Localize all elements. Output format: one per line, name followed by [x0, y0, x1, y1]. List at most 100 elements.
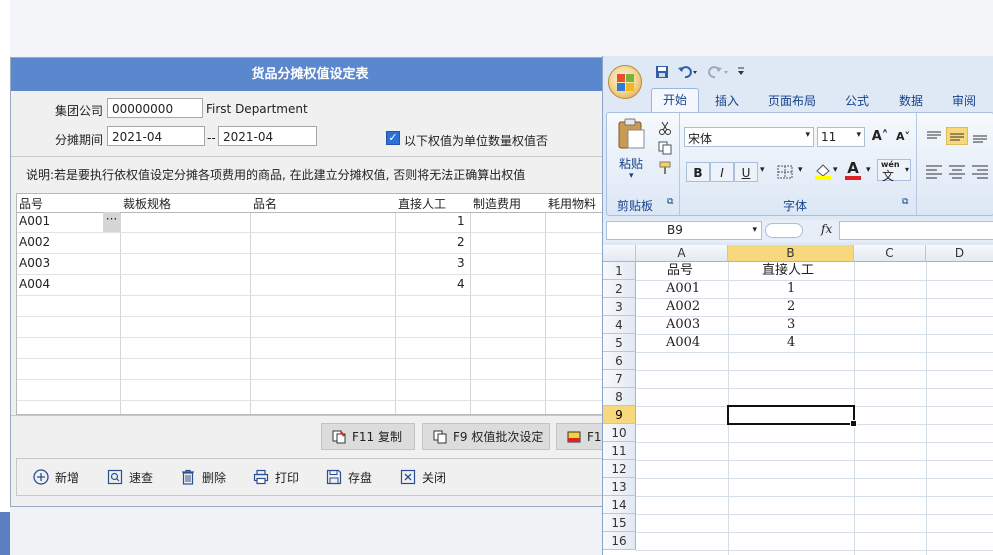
- table-row[interactable]: [17, 359, 605, 380]
- table-row[interactable]: A003 3: [17, 254, 605, 275]
- underline-button[interactable]: U: [734, 162, 758, 182]
- insert-function-icon[interactable]: fx: [821, 222, 832, 236]
- cell-b5[interactable]: 4: [787, 334, 795, 352]
- cell-code[interactable]: A003: [19, 256, 50, 270]
- row-header[interactable]: 2: [603, 280, 636, 298]
- column-header-d[interactable]: D: [926, 245, 993, 262]
- table-row[interactable]: [17, 317, 605, 338]
- print-button[interactable]: 打印: [253, 468, 299, 488]
- name-box[interactable]: B9 ▾: [606, 221, 762, 240]
- row-header[interactable]: 1: [603, 262, 636, 280]
- fill-handle[interactable]: [850, 420, 857, 427]
- bold-button[interactable]: B: [686, 162, 710, 182]
- font-name-combo[interactable]: 宋体 ▾: [684, 127, 814, 147]
- grow-font-icon[interactable]: A˄: [868, 127, 892, 147]
- table-row[interactable]: A004 4: [17, 275, 605, 296]
- col-header-name[interactable]: 品名: [253, 195, 277, 212]
- paste-icon[interactable]: [617, 118, 647, 150]
- chevron-down-icon[interactable]: ▾: [833, 165, 838, 175]
- fill-color-icon[interactable]: [814, 163, 832, 180]
- worksheet[interactable]: A B C D 1 2 3 4 5 6 7 8 9 10 11 12 13 14…: [603, 245, 993, 555]
- borders-icon[interactable]: [777, 165, 793, 179]
- cell-code[interactable]: A001: [19, 214, 50, 228]
- unit-weight-checkbox[interactable]: ✓: [386, 131, 400, 145]
- chevron-down-icon[interactable]: ▾: [798, 165, 803, 175]
- row-header[interactable]: 13: [603, 478, 636, 496]
- save-button[interactable]: 存盘: [326, 468, 372, 488]
- align-center-icon[interactable]: [947, 162, 967, 180]
- delete-button[interactable]: 删除: [180, 468, 226, 488]
- font-color-icon[interactable]: A: [843, 159, 863, 180]
- cell-a1[interactable]: 品号: [667, 262, 693, 280]
- select-all-corner[interactable]: [603, 245, 636, 262]
- tab-formulas[interactable]: 公式: [845, 92, 869, 109]
- col-header-code[interactable]: 品号: [19, 195, 43, 212]
- lookup-button[interactable]: ···: [103, 212, 120, 232]
- save-icon[interactable]: [655, 65, 669, 79]
- dialog-launcher-icon[interactable]: ⧉: [667, 197, 673, 207]
- align-top-icon[interactable]: [924, 127, 944, 145]
- paste-label[interactable]: 粘贴: [619, 155, 643, 172]
- cut-icon[interactable]: [658, 121, 672, 135]
- cell-b1[interactable]: 直接人工: [762, 262, 814, 280]
- dialog-launcher-icon[interactable]: ⧉: [902, 197, 908, 207]
- row-header[interactable]: 12: [603, 460, 636, 478]
- row-header[interactable]: 10: [603, 424, 636, 442]
- period-to-field[interactable]: 2021-04: [218, 126, 317, 146]
- cell-a3[interactable]: A002: [666, 298, 700, 316]
- table-row[interactable]: [17, 338, 605, 359]
- row-header[interactable]: 14: [603, 496, 636, 514]
- cell-labor[interactable]: 4: [457, 277, 465, 291]
- group-code-field[interactable]: 00000000: [107, 98, 203, 118]
- row-header[interactable]: 8: [603, 388, 636, 406]
- redo-icon[interactable]: [707, 65, 731, 79]
- cell-a4[interactable]: A003: [666, 316, 700, 334]
- cell-b3[interactable]: 2: [787, 298, 795, 316]
- font-size-combo[interactable]: 11 ▾: [817, 127, 865, 147]
- quick-search-button[interactable]: 速查: [107, 468, 153, 488]
- copy-icon[interactable]: [658, 141, 672, 155]
- table-row[interactable]: [17, 380, 605, 401]
- formula-bar-splitter[interactable]: [765, 223, 803, 238]
- col-header-spec[interactable]: 裁板规格: [123, 195, 171, 212]
- add-button[interactable]: 新增: [33, 468, 79, 488]
- cell-b2[interactable]: 1: [787, 280, 795, 298]
- align-right-icon[interactable]: [970, 162, 990, 180]
- align-left-icon[interactable]: [924, 162, 944, 180]
- column-header-b[interactable]: B: [728, 245, 854, 262]
- row-header[interactable]: 7: [603, 370, 636, 388]
- tab-home[interactable]: 开始: [651, 88, 700, 112]
- column-header-c[interactable]: C: [854, 245, 926, 262]
- cell-code[interactable]: A004: [19, 277, 50, 291]
- chevron-down-icon[interactable]: ▾: [866, 165, 871, 175]
- cell-labor[interactable]: 3: [457, 256, 465, 270]
- col-header-labor[interactable]: 直接人工: [398, 195, 446, 212]
- table-row[interactable]: [17, 296, 605, 317]
- row-header[interactable]: 11: [603, 442, 636, 460]
- row-header[interactable]: 6: [603, 352, 636, 370]
- table-row[interactable]: A001 ··· 1: [17, 212, 605, 233]
- cell-b4[interactable]: 3: [787, 316, 795, 334]
- cell-labor[interactable]: 1: [457, 214, 465, 228]
- undo-icon[interactable]: [677, 65, 699, 79]
- cell-code[interactable]: A002: [19, 235, 50, 249]
- batch-weight-button[interactable]: F9 权值批次设定: [422, 423, 550, 450]
- format-painter-icon[interactable]: [658, 161, 672, 175]
- row-header[interactable]: 5: [603, 334, 636, 352]
- active-cell-b9[interactable]: [727, 405, 857, 427]
- cell-labor[interactable]: 2: [457, 235, 465, 249]
- paste-dropdown-icon[interactable]: ▾: [629, 171, 634, 181]
- row-header[interactable]: 3: [603, 298, 636, 316]
- align-middle-icon[interactable]: [946, 127, 968, 145]
- copy-button[interactable]: F11 复制: [321, 423, 415, 450]
- cell-a2[interactable]: A001: [666, 280, 700, 298]
- phonetic-guide-button[interactable]: wén 文 ▾: [877, 159, 911, 183]
- cell-a5[interactable]: A004: [666, 334, 700, 352]
- col-header-materials[interactable]: 耗用物料: [548, 195, 596, 212]
- tab-review[interactable]: 审阅: [952, 92, 976, 109]
- chevron-down-icon[interactable]: ▾: [760, 165, 765, 175]
- align-bottom-icon[interactable]: [970, 127, 990, 145]
- tab-data[interactable]: 数据: [899, 92, 923, 109]
- tab-page-layout[interactable]: 页面布局: [768, 92, 816, 109]
- row-header[interactable]: 4: [603, 316, 636, 334]
